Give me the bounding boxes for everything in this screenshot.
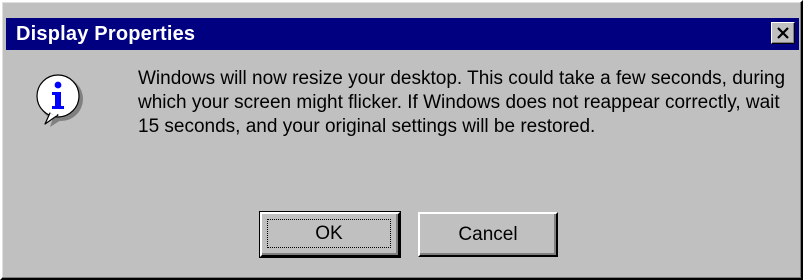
ok-button-label: OK [267,219,391,248]
title-bar[interactable]: Display Properties [6,18,799,50]
cancel-button[interactable]: Cancel [418,212,558,257]
ok-button[interactable]: OK [259,211,401,258]
close-button[interactable] [771,22,795,44]
display-properties-dialog: Display Properties Windows will now resi… [0,0,803,280]
dialog-title: Display Properties [16,23,196,45]
information-icon [36,74,83,127]
dialog-message: Windows will now resize your desktop. Th… [138,68,786,137]
close-icon [777,27,789,39]
